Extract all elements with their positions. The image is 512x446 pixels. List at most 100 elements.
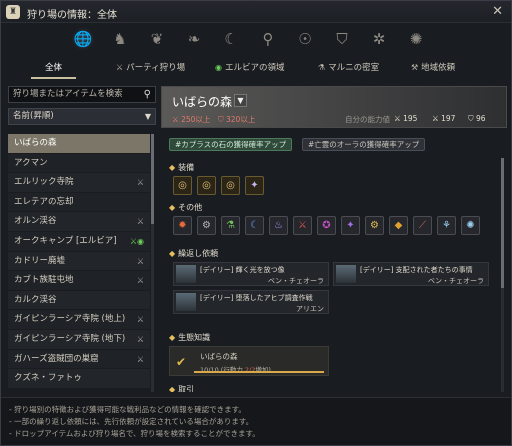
quest-item[interactable]: [デイリー] 堕落したアヒブ調査作戦 アリエン <box>173 290 329 314</box>
footer-note: - 一部の繰り返し依頼には、先行依頼が設定されている場合があります。 <box>9 417 254 426</box>
other-item-slot[interactable]: ♨ <box>269 216 288 235</box>
list-item[interactable]: アクマン <box>8 153 150 174</box>
required-ap-value: 250以上 <box>181 115 211 124</box>
knowledge-progress-bar <box>194 371 324 373</box>
other-item-slot[interactable]: ✦ <box>341 216 360 235</box>
tab-elvia-label: エルビアの領域 <box>224 63 285 73</box>
other-item-slot[interactable]: ⚗ <box>221 216 240 235</box>
globe-icon[interactable]: 🌐 <box>71 27 95 51</box>
detail-content: ◆ 装備 ◎ ◎ ◎ ✦ ◆ その他 ✹ ⚙ ⚗ ☾ ♨ ⚔ ✪ ✦ ⚙ ◆ ⟋ ⚘ ✺ ◆ 繰返し依頼 [デ… <box>161 158 507 392</box>
tab-marni[interactable]: ⚗ マルニの密室 <box>318 57 379 79</box>
party-icon: ⚔ <box>136 354 144 364</box>
knowledge-heading: ◆ 生態知識 <box>169 332 210 343</box>
list-scrollbar-thumb[interactable] <box>151 134 154 224</box>
tab-regional[interactable]: ⚒ 地域依頼 <box>411 57 455 79</box>
other-item-slot[interactable]: ⚔ <box>293 216 312 235</box>
knowledge-name: いばらの森 <box>200 352 238 361</box>
party-icon: ⚔ <box>136 334 144 344</box>
other-item-slot[interactable]: ⚙ <box>197 216 216 235</box>
list-item-label: カドリー廃墟 <box>14 255 66 266</box>
hunting-ground-window: ♜ 狩り場の情報：全体 ✕ 🌐 ♞ ❦ ❧ ☾ ⚲ ☉ ⛉ ✲ ✺ 全体 ⚔ パーティ狩り場 ◉ エル… <box>0 0 512 446</box>
my-dp-value: 96 <box>476 114 486 123</box>
other-item-slot[interactable]: ⟋ <box>413 216 432 235</box>
wolf-icon[interactable]: ❦ <box>145 27 169 51</box>
list-item[interactable]: ガハーズ盗賊団の巣窟 ⚔ <box>8 349 150 370</box>
list-item[interactable]: エルリック寺院 ⚔ <box>8 173 150 193</box>
equipment-heading-label: 装備 <box>178 163 195 172</box>
close-icon[interactable]: ✕ <box>492 4 503 19</box>
list-item[interactable]: オルン渓谷 ⚔ <box>8 212 150 232</box>
list-item[interactable]: カドリー廃墟 ⚔ <box>8 251 150 272</box>
tag-chip-caphras[interactable]: #カプラスの石の獲得確率アップ <box>169 138 293 151</box>
list-item-label: ガイピンラーシア寺院 (地下) <box>14 333 126 344</box>
horse-icon[interactable]: ♞ <box>108 27 132 51</box>
sun-icon[interactable]: ✺ <box>404 27 428 51</box>
other-item-slot[interactable]: ◆ <box>389 216 408 235</box>
list-item[interactable]: カブト族駐屯地 ⚔ <box>8 271 150 291</box>
quest-item[interactable]: [デイリー] 支配された者たちの事情 ベン・チェオーラ <box>333 262 489 286</box>
party-icon: ⚔◉ <box>129 236 144 246</box>
quest-giver: ベン・チェオーラ <box>428 277 484 285</box>
list-item[interactable]: オークキャンプ [エルビア] ⚔◉ <box>8 231 150 252</box>
wing-icon[interactable]: ❧ <box>182 27 206 51</box>
hunting-ground-list: いばらの森 アクマン エルリック寺院 ⚔ エレテアの忘却 オルン渓谷 ⚔ オークキャンプ [エ… <box>8 134 150 392</box>
detail-scrollbar-thumb[interactable] <box>501 158 504 288</box>
other-item-slot[interactable]: ⚘ <box>437 216 456 235</box>
list-item-label: エルリック寺院 <box>14 177 74 188</box>
window-icon: ♜ <box>6 5 20 19</box>
expand-button[interactable]: ▼ <box>234 94 247 107</box>
tab-elvia[interactable]: ◉ エルビアの領域 <box>215 57 285 79</box>
equipment-item-slot[interactable]: ✦ <box>245 176 264 195</box>
other-item-slot[interactable]: ✹ <box>173 216 192 235</box>
list-item[interactable]: クズネ・ファトゥ <box>8 369 150 389</box>
crest-icon[interactable]: ⚲ <box>256 27 280 51</box>
list-item[interactable]: ガイピンラーシア寺院 (地下) ⚔ <box>8 329 150 350</box>
list-item[interactable]: ガイピンラーシア寺院 (地上) ⚔ <box>8 310 150 330</box>
my-ap: ⚔ 195 <box>394 114 418 123</box>
detail-scrollbar[interactable] <box>501 158 504 392</box>
other-item-slot[interactable]: ✺ <box>461 216 480 235</box>
shield-icon[interactable]: ⛉ <box>330 27 354 51</box>
marni-icon: ⚗ <box>318 63 326 72</box>
quest-portrait <box>336 265 356 283</box>
other-heading: ◆ その他 <box>169 202 202 213</box>
list-scrollbar[interactable] <box>151 134 154 392</box>
other-item-slot[interactable]: ⚙ <box>365 216 384 235</box>
party-icon: ⚔ <box>136 217 144 227</box>
tab-bar: 全体 ⚔ パーティ狩り場 ◉ エルビアの領域 ⚗ マルニの密室 ⚒ 地域依頼 <box>1 57 511 79</box>
tag-chip-aura[interactable]: #亡霊のオーラの獲得確率アップ <box>302 138 426 151</box>
spark-icon[interactable]: ✲ <box>367 27 391 51</box>
title-bar[interactable]: ♜ 狩り場の情報：全体 ✕ <box>1 1 511 23</box>
detail-header: いばらの森 ▼ ⚔ 250以上 ⛉ 320以上 自分の能力値 ⚔ 195 ⚔ 1… <box>161 86 507 128</box>
list-item[interactable]: いばらの森 <box>8 134 150 154</box>
bullet-icon: ◆ <box>169 333 176 342</box>
quest-giver: ベン・チェオーラ <box>268 277 324 285</box>
knowledge-entry[interactable]: ✔ いばらの森 10/10 (行動力 2/2増加) <box>169 346 329 376</box>
footer-notes: - 狩り場別の特徴および獲得可能な戦利品などの情報を確認できます。 - 一部の繰… <box>1 397 511 445</box>
quest-item[interactable]: [デイリー] 輝く光を放つ像 ベン・チェオーラ <box>173 262 329 286</box>
equipment-item-slot[interactable]: ◎ <box>197 176 216 195</box>
search-icon[interactable]: ⚲ <box>144 87 151 102</box>
sort-dropdown[interactable]: 名前(昇順) ▼ <box>8 108 156 125</box>
search-input[interactable]: 狩り場またはアイテムを検索 ⚲ <box>8 86 156 103</box>
list-item-label: ガハーズ盗賊団の巣窟 <box>14 353 99 364</box>
bullet-icon: ◆ <box>169 385 176 392</box>
other-item-slot[interactable]: ✪ <box>317 216 336 235</box>
list-item[interactable]: エレテアの忘却 <box>8 192 150 213</box>
equipment-item-slot[interactable]: ◎ <box>173 176 192 195</box>
knowledge-progress-fill <box>194 371 324 373</box>
required-ap: ⚔ 250以上 <box>172 115 211 124</box>
equipment-item-slot[interactable]: ◎ <box>221 176 240 195</box>
quest-giver: アリエン <box>296 305 324 313</box>
other-item-slot[interactable]: ☾ <box>245 216 264 235</box>
quests-heading: ◆ 繰返し依頼 <box>169 248 218 259</box>
list-item-label: エレテアの忘却 <box>14 196 74 207</box>
tab-party-label: パーティ狩り場 <box>126 63 186 73</box>
elvia-icon: ◉ <box>215 63 222 72</box>
tab-party[interactable]: ⚔ パーティ狩り場 <box>116 57 185 79</box>
tab-all[interactable]: 全体 <box>31 57 76 79</box>
moon-icon[interactable]: ☾ <box>219 27 243 51</box>
list-item[interactable]: カルク渓谷 <box>8 290 150 311</box>
mask-icon[interactable]: ☉ <box>293 27 317 51</box>
list-item-label: オークキャンプ [エルビア] <box>14 235 117 246</box>
